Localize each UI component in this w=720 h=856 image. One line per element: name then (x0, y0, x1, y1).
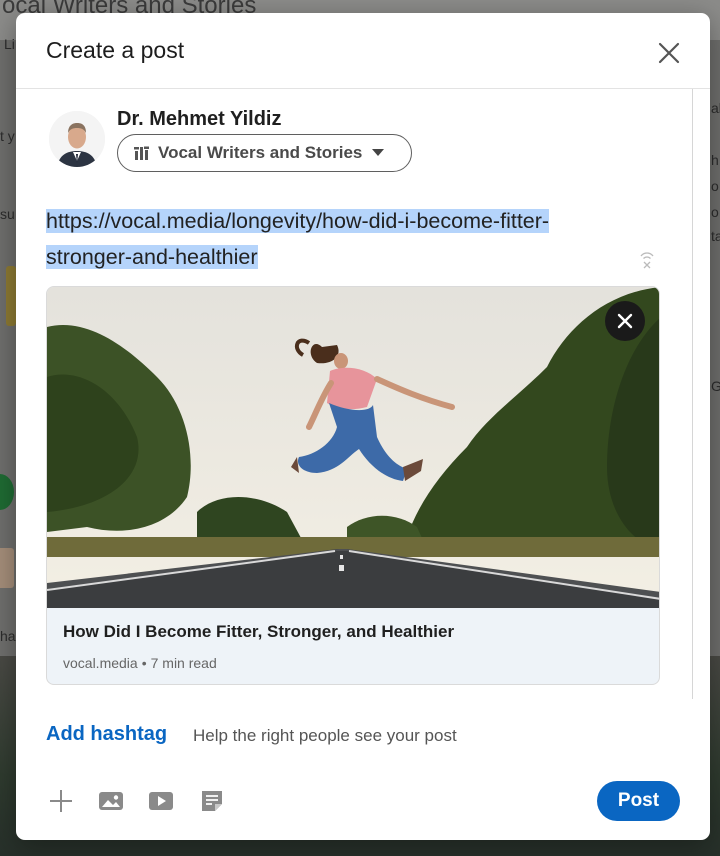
background-snippet: t y (0, 128, 15, 144)
background-snippet: ha (0, 628, 16, 644)
group-bars-icon (134, 146, 149, 160)
post-url-line: stronger-and-healthier (46, 245, 258, 269)
audience-label: Vocal Writers and Stories (158, 143, 363, 162)
author-name: Dr. Mehmet Yildiz (117, 108, 282, 130)
background-snippet: h (711, 152, 719, 168)
post-button[interactable]: Post (597, 781, 680, 821)
background-badge (0, 474, 14, 510)
dialog-header: Create a post (16, 13, 710, 89)
add-hashtag-button[interactable]: Add hashtag (46, 723, 167, 746)
preview-separator: • (141, 655, 147, 671)
document-icon (202, 791, 222, 811)
background-snippet: o (711, 178, 719, 194)
caret-down-icon (372, 149, 385, 156)
add-document-button[interactable] (197, 787, 227, 815)
add-more-button[interactable] (46, 787, 76, 815)
background-avatar (0, 548, 14, 588)
background-snippet: o (711, 204, 719, 220)
broadcast-off-icon[interactable] (638, 249, 656, 269)
audience-selector-button[interactable]: Vocal Writers and Stories (117, 134, 412, 172)
scrollbar[interactable] (692, 89, 693, 699)
photo-icon (99, 792, 123, 810)
preview-read-time: 7 min read (150, 655, 217, 671)
hashtag-help-text: Help the right people see your post (193, 726, 457, 745)
preview-meta: vocal.media • 7 min read (63, 655, 217, 671)
dialog-title: Create a post (46, 37, 185, 63)
create-post-dialog: Create a post Dr. Mehmet Yildiz Vocal Wr… (16, 13, 710, 840)
close-icon (617, 313, 633, 329)
avatar-portrait (49, 111, 105, 167)
preview-source: vocal.media (63, 655, 138, 671)
remove-preview-button[interactable] (605, 301, 645, 341)
add-video-button[interactable] (146, 787, 176, 815)
post-url-line: https://vocal.media/longevity/how-did-i-… (46, 209, 550, 233)
video-icon (149, 792, 173, 810)
avatar (49, 111, 105, 167)
background-snippet: ab (711, 100, 720, 116)
post-text-editor[interactable]: https://vocal.media/longevity/how-did-i-… (46, 203, 646, 275)
plus-icon (50, 790, 72, 812)
add-photo-button[interactable] (96, 787, 126, 815)
background-snippet: ta (711, 228, 720, 244)
background-snippet: Li (4, 36, 15, 52)
preview-title: How Did I Become Fitter, Stronger, and H… (63, 622, 455, 641)
background-snippet: Gr (711, 378, 720, 394)
close-button[interactable] (653, 37, 685, 69)
link-preview-card[interactable]: How Did I Become Fitter, Stronger, and H… (46, 286, 660, 685)
background-snippet: su (0, 206, 15, 222)
close-icon (658, 42, 680, 64)
preview-image (47, 287, 659, 608)
background-thumbnail (6, 266, 16, 326)
